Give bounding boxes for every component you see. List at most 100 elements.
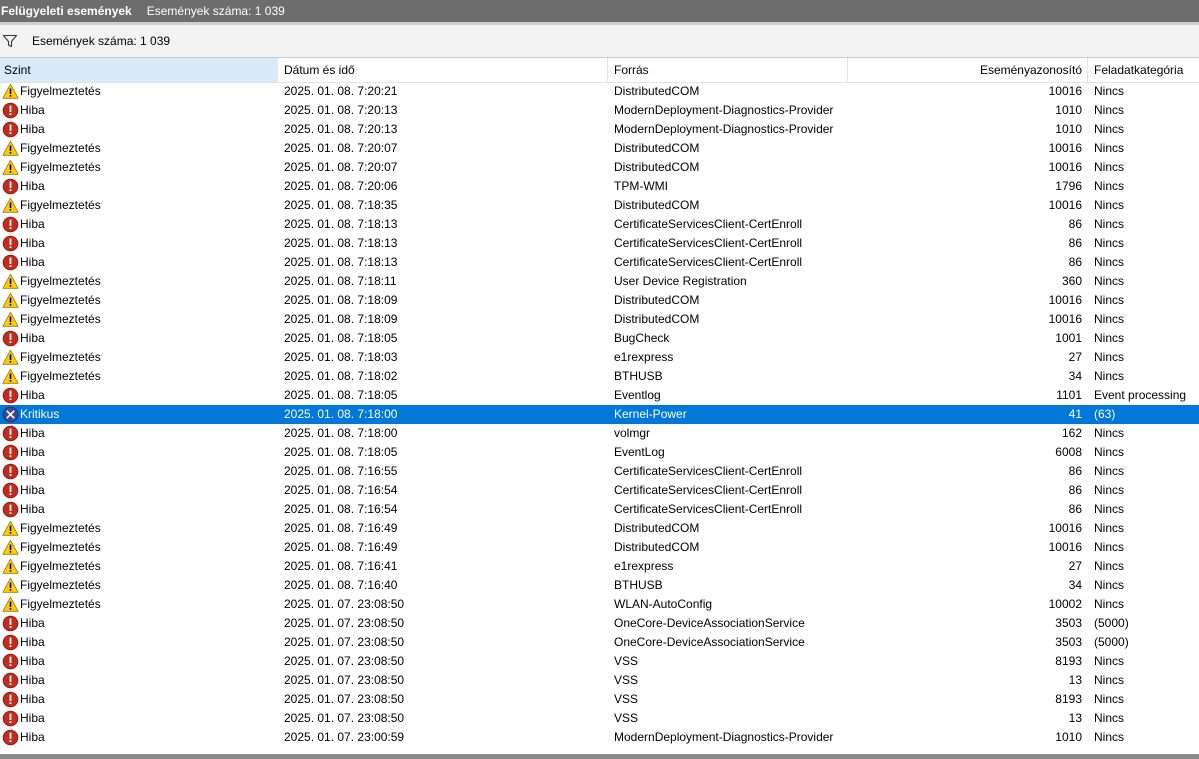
event-id: 10002 [1048, 597, 1082, 611]
event-date: 2025. 01. 08. 7:16:49 [284, 540, 398, 554]
column-header-date[interactable]: Dátum és idő [278, 58, 608, 82]
event-source: CertificateServicesClient-CertEnroll [614, 255, 803, 269]
event-row[interactable]: Figyelmeztetés 2025. 01. 08. 7:20:07 Distr… [0, 139, 1199, 158]
event-date: 2025. 01. 08. 7:20:06 [284, 179, 398, 193]
error-icon [2, 710, 19, 727]
event-id: 360 [1061, 274, 1082, 288]
event-id: 3503 [1055, 635, 1082, 649]
event-source: VSS [614, 692, 639, 706]
event-row[interactable]: Hiba 2025. 01. 07. 23:08:50 VSS 13 Nincs [0, 671, 1199, 690]
event-id: 86 [1068, 236, 1082, 250]
event-level: Hiba [20, 654, 45, 668]
event-level: Figyelmeztetés [20, 350, 101, 364]
column-header-category[interactable]: Feladatkategória [1088, 58, 1199, 82]
column-header-event-id[interactable]: Eseményazonosító [848, 58, 1088, 82]
event-row[interactable]: Hiba 2025. 01. 08. 7:16:55 CertificateServ… [0, 462, 1199, 481]
error-icon [2, 102, 19, 119]
column-header-level[interactable]: Szint [0, 58, 278, 82]
error-icon [2, 615, 19, 632]
error-icon [2, 216, 19, 233]
event-level: Figyelmeztetés [20, 559, 101, 573]
event-id: 27 [1068, 350, 1082, 364]
event-row[interactable]: Figyelmeztetés 2025. 01. 08. 7:16:49 Distr… [0, 538, 1199, 557]
event-source: VSS [614, 711, 639, 725]
event-row[interactable]: Figyelmeztetés 2025. 01. 08. 7:16:49 Distr… [0, 519, 1199, 538]
filter-icon[interactable] [2, 33, 18, 49]
event-source: DistributedCOM [614, 198, 700, 212]
event-row[interactable]: Hiba 2025. 01. 08. 7:18:00 volmgr 162 Nincs [0, 424, 1199, 443]
event-row[interactable]: Hiba 2025. 01. 07. 23:00:59 ModernDeployme… [0, 728, 1199, 747]
warning-icon [2, 558, 19, 575]
event-row[interactable]: Figyelmeztetés 2025. 01. 08. 7:18:09 Distr… [0, 291, 1199, 310]
event-category: Nincs [1094, 198, 1125, 212]
event-row[interactable]: Figyelmeztetés 2025. 01. 08. 7:18:11 User … [0, 272, 1199, 291]
warning-icon [2, 197, 19, 214]
event-row[interactable]: Hiba 2025. 01. 08. 7:16:54 CertificateServ… [0, 481, 1199, 500]
event-row[interactable]: Hiba 2025. 01. 07. 23:08:50 VSS 8193 Nincs [0, 690, 1199, 709]
event-row[interactable]: Hiba 2025. 01. 07. 23:08:50 OneCore-Device… [0, 614, 1199, 633]
event-row[interactable]: Hiba 2025. 01. 08. 7:18:05 Eventlog 1101 Eve… [0, 386, 1199, 405]
event-category: Nincs [1094, 236, 1125, 250]
event-row[interactable]: Figyelmeztetés 2025. 01. 08. 7:16:40 BTHUS… [0, 576, 1199, 595]
event-row[interactable]: Figyelmeztetés 2025. 01. 08. 7:18:02 BTHUS… [0, 367, 1199, 386]
event-row[interactable]: Hiba 2025. 01. 08. 7:18:13 CertificateServ… [0, 234, 1199, 253]
event-source: User Device Registration [614, 274, 747, 288]
event-source: DistributedCOM [614, 521, 700, 535]
event-row[interactable]: Figyelmeztetés 2025. 01. 08. 7:18:09 Distr… [0, 310, 1199, 329]
event-row[interactable]: Figyelmeztetés 2025. 01. 08. 7:20:21 Distr… [0, 82, 1199, 101]
event-id: 86 [1068, 464, 1082, 478]
event-id: 10016 [1048, 521, 1082, 535]
event-row[interactable]: Hiba 2025. 01. 07. 23:08:50 VSS 13 Nincs [0, 709, 1199, 728]
event-row[interactable]: Figyelmeztetés 2025. 01. 08. 7:20:07 Distr… [0, 158, 1199, 177]
event-category: Nincs [1094, 540, 1125, 554]
event-category: Nincs [1094, 255, 1125, 269]
event-category: Nincs [1094, 730, 1125, 744]
event-source: DistributedCOM [614, 293, 700, 307]
event-row[interactable]: Hiba 2025. 01. 08. 7:20:13 ModernDeploymen… [0, 120, 1199, 139]
event-row[interactable]: Figyelmeztetés 2025. 01. 07. 23:08:50 WLAN… [0, 595, 1199, 614]
event-id: 8193 [1055, 654, 1082, 668]
event-level: Figyelmeztetés [20, 293, 101, 307]
event-id: 34 [1068, 369, 1082, 383]
event-row[interactable]: Figyelmeztetés 2025. 01. 08. 7:16:41 e1rex… [0, 557, 1199, 576]
event-date: 2025. 01. 07. 23:08:50 [284, 654, 405, 668]
event-source: DistributedCOM [614, 84, 700, 98]
event-row[interactable]: Hiba 2025. 01. 07. 23:08:50 VSS 8193 Nincs [0, 652, 1199, 671]
event-row[interactable]: Hiba 2025. 01. 08. 7:18:05 EventLog 6008 Nin… [0, 443, 1199, 462]
event-row[interactable]: Hiba 2025. 01. 08. 7:20:06 TPM-WMI 1796 Ninc… [0, 177, 1199, 196]
bottom-border [0, 754, 1199, 759]
event-date: 2025. 01. 08. 7:18:00 [284, 407, 398, 421]
event-source: e1rexpress [614, 350, 674, 364]
event-row[interactable]: Hiba 2025. 01. 08. 7:18:05 BugCheck 1001 Nin… [0, 329, 1199, 348]
event-row[interactable]: Figyelmeztetés 2025. 01. 08. 7:18:35 Distr… [0, 196, 1199, 215]
event-id: 10016 [1048, 141, 1082, 155]
event-date: 2025. 01. 08. 7:18:13 [284, 236, 398, 250]
event-row[interactable]: Hiba 2025. 01. 07. 23:08:50 OneCore-Device… [0, 633, 1199, 652]
event-source: DistributedCOM [614, 540, 700, 554]
event-level: Hiba [20, 711, 45, 725]
column-header-source[interactable]: Forrás [608, 58, 848, 82]
event-row[interactable]: Hiba 2025. 01. 08. 7:20:13 ModernDeploymen… [0, 101, 1199, 120]
event-level: Figyelmeztetés [20, 521, 101, 535]
error-icon [2, 387, 19, 404]
warning-icon [2, 368, 19, 385]
event-id: 10016 [1048, 84, 1082, 98]
event-row[interactable]: Hiba 2025. 01. 08. 7:18:13 CertificateServ… [0, 215, 1199, 234]
event-date: 2025. 01. 07. 23:00:59 [284, 730, 405, 744]
event-row-selected[interactable]: Kritikus 2025. 01. 08. 7:18:00 Kernel-Powe… [0, 405, 1199, 424]
event-row[interactable]: Hiba 2025. 01. 08. 7:16:54 CertificateServ… [0, 500, 1199, 519]
event-category: Nincs [1094, 464, 1125, 478]
warning-icon [2, 577, 19, 594]
event-date: 2025. 01. 08. 7:18:02 [284, 369, 398, 383]
event-date: 2025. 01. 07. 23:08:50 [284, 692, 405, 706]
event-id: 86 [1068, 502, 1082, 516]
event-date: 2025. 01. 08. 7:16:55 [284, 464, 398, 478]
event-category: Nincs [1094, 426, 1125, 440]
event-date: 2025. 01. 07. 23:08:50 [284, 616, 405, 630]
event-id: 41 [1068, 407, 1082, 421]
event-level: Hiba [20, 388, 45, 402]
event-row[interactable]: Hiba 2025. 01. 08. 7:18:13 CertificateServ… [0, 253, 1199, 272]
event-row[interactable]: Figyelmeztetés 2025. 01. 08. 7:18:03 e1rex… [0, 348, 1199, 367]
event-level: Hiba [20, 616, 45, 630]
event-list[interactable]: Figyelmeztetés 2025. 01. 08. 7:20:21 Distr… [0, 82, 1199, 754]
